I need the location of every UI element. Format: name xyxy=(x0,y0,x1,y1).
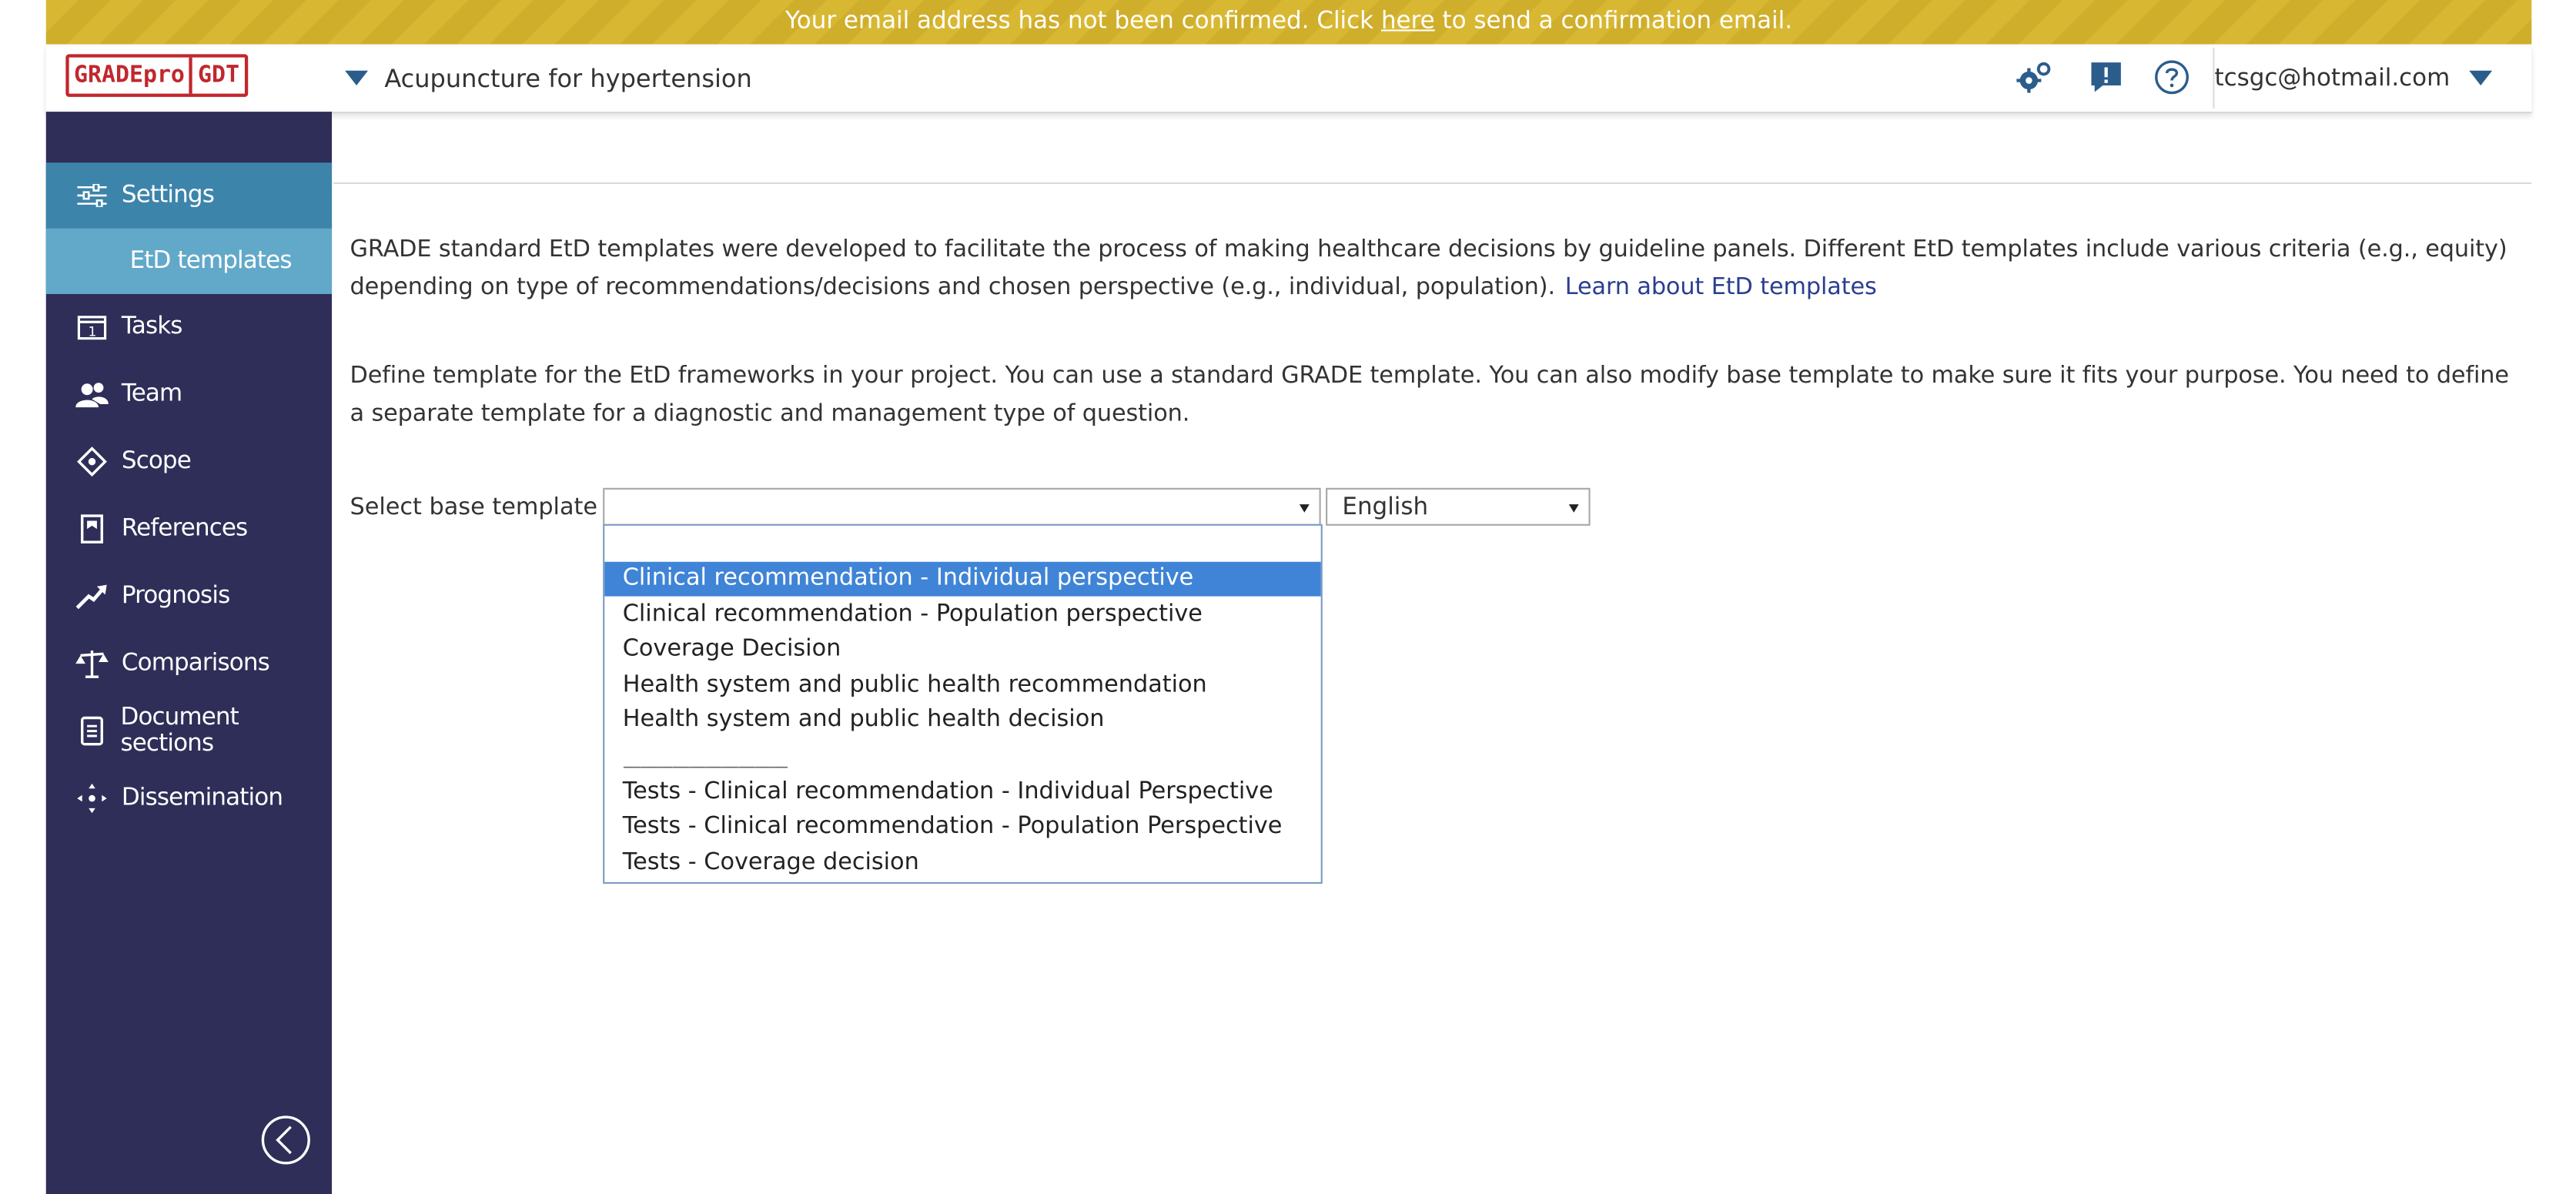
dropdown-option[interactable]: Tests - Clinical recommendation - Popula… xyxy=(604,810,1320,844)
user-menu[interactable]: tcsgc@hotmail.com xyxy=(2214,45,2531,112)
sidebar-item-label: Scope xyxy=(121,448,192,475)
crosshair-icon xyxy=(74,445,110,478)
etd-intro-text: GRADE standard EtD templates were develo… xyxy=(350,236,2507,300)
banner-text-after: to send a confirmation email. xyxy=(1442,8,1793,35)
sidebar-item-label: References xyxy=(121,516,248,543)
sidebar-item-label: Prognosis xyxy=(121,583,230,610)
trend-icon xyxy=(74,580,110,613)
language-value: English xyxy=(1342,494,1429,521)
sidebar-item-label: Dissemination xyxy=(121,785,283,812)
language-select[interactable]: English xyxy=(1326,487,1591,526)
etd-intro-paragraph: GRADE standard EtD templates were develo… xyxy=(350,232,2519,306)
sidebar-item-label: Tasks xyxy=(121,313,183,340)
sidebar-item-label: Document sections xyxy=(120,704,239,758)
dropdown-option[interactable]: Health system and public health decision xyxy=(604,703,1320,737)
sidebar-item-etd-templates[interactable]: EtD templates xyxy=(45,228,333,294)
base-template-select[interactable] xyxy=(603,487,1321,526)
dropdown-option[interactable]: Coverage Decision xyxy=(604,633,1320,667)
app-logo[interactable]: GRADEpro GDT xyxy=(65,54,248,97)
sidebar-item-tasks[interactable]: 1 Tasks xyxy=(46,296,332,358)
project-name: Acupuncture for hypertension xyxy=(384,63,752,93)
sidebar-item-document-sections[interactable]: Document sections xyxy=(46,700,332,762)
settings-gears-icon[interactable] xyxy=(2014,58,2053,97)
sidebar-item-label: EtD templates xyxy=(129,248,293,275)
document-icon xyxy=(74,513,110,546)
sidebar-item-scope[interactable]: Scope xyxy=(46,430,332,493)
sidebar-item-label: Team xyxy=(121,381,182,408)
base-template-dropdown-list: Clinical recommendation - Individual per… xyxy=(603,523,1323,885)
dropdown-option[interactable]: Tests - Coverage decision xyxy=(604,846,1320,881)
content-divider xyxy=(333,182,2532,184)
chevron-left-circle-icon[interactable] xyxy=(259,1114,312,1166)
sidebar-item-comparisons[interactable]: Comparisons xyxy=(46,633,332,695)
team-icon xyxy=(74,378,110,411)
dropdown-option[interactable]: Clinical recommendation - Population per… xyxy=(604,598,1320,633)
project-dropdown-icon xyxy=(345,70,368,85)
dropdown-option[interactable]: Clinical recommendation - Individual per… xyxy=(604,561,1321,597)
outer-margin-right xyxy=(2531,0,2576,1194)
banner-text-before: Your email address has not been confirme… xyxy=(785,8,1374,35)
logo-text-gdt: GDT xyxy=(189,57,244,94)
project-selector[interactable]: Acupuncture for hypertension xyxy=(345,45,752,112)
sliders-icon xyxy=(74,179,110,212)
sidebar: Settings EtD templates 1 Tasks Team Scop… xyxy=(45,112,333,1194)
sidebar-item-label: Comparisons xyxy=(121,651,270,677)
share-icon xyxy=(74,782,110,815)
define-template-paragraph: Define template for the EtD frameworks i… xyxy=(350,363,2510,426)
sidebar-item-dissemination[interactable]: Dissemination xyxy=(46,768,332,830)
app-window: Your email address has not been confirme… xyxy=(0,0,2576,1194)
dropdown-option[interactable]: Tests - Clinical recommendation - Indivi… xyxy=(604,775,1320,810)
dropdown-option[interactable]: Health system and public health recommen… xyxy=(604,668,1320,703)
top-bar: GRADEpro GDT Acupuncture for hypertensio… xyxy=(45,44,2532,114)
dropdown-separator: —————————— xyxy=(622,755,789,778)
sidebar-item-label: Settings xyxy=(121,182,215,209)
list-document-icon xyxy=(74,714,109,748)
help-icon[interactable] xyxy=(2152,58,2191,97)
outer-margin-left xyxy=(0,0,46,1194)
sidebar-item-settings[interactable]: Settings xyxy=(45,162,333,229)
select-base-template-label: Select base template xyxy=(350,494,598,521)
user-dropdown-icon xyxy=(2469,70,2493,85)
feedback-icon[interactable] xyxy=(2086,58,2126,97)
sidebar-item-team[interactable]: Team xyxy=(46,363,332,426)
sidebar-item-references[interactable]: References xyxy=(46,498,332,560)
svg-text:1: 1 xyxy=(88,324,95,339)
learn-about-etd-link[interactable]: Learn about EtD templates xyxy=(1565,273,1877,299)
calendar-icon: 1 xyxy=(74,310,110,343)
select-arrow-icon xyxy=(1299,504,1310,513)
email-confirmation-banner: Your email address has not been confirme… xyxy=(45,0,2532,45)
sidebar-item-prognosis[interactable]: Prognosis xyxy=(46,565,332,627)
logo-text-gradepro: GRADEpro xyxy=(74,62,185,89)
banner-confirm-link[interactable]: here xyxy=(1381,8,1435,35)
user-email: tcsgc@hotmail.com xyxy=(2214,65,2451,92)
scales-icon xyxy=(74,647,110,681)
select-arrow-icon xyxy=(1568,504,1579,513)
